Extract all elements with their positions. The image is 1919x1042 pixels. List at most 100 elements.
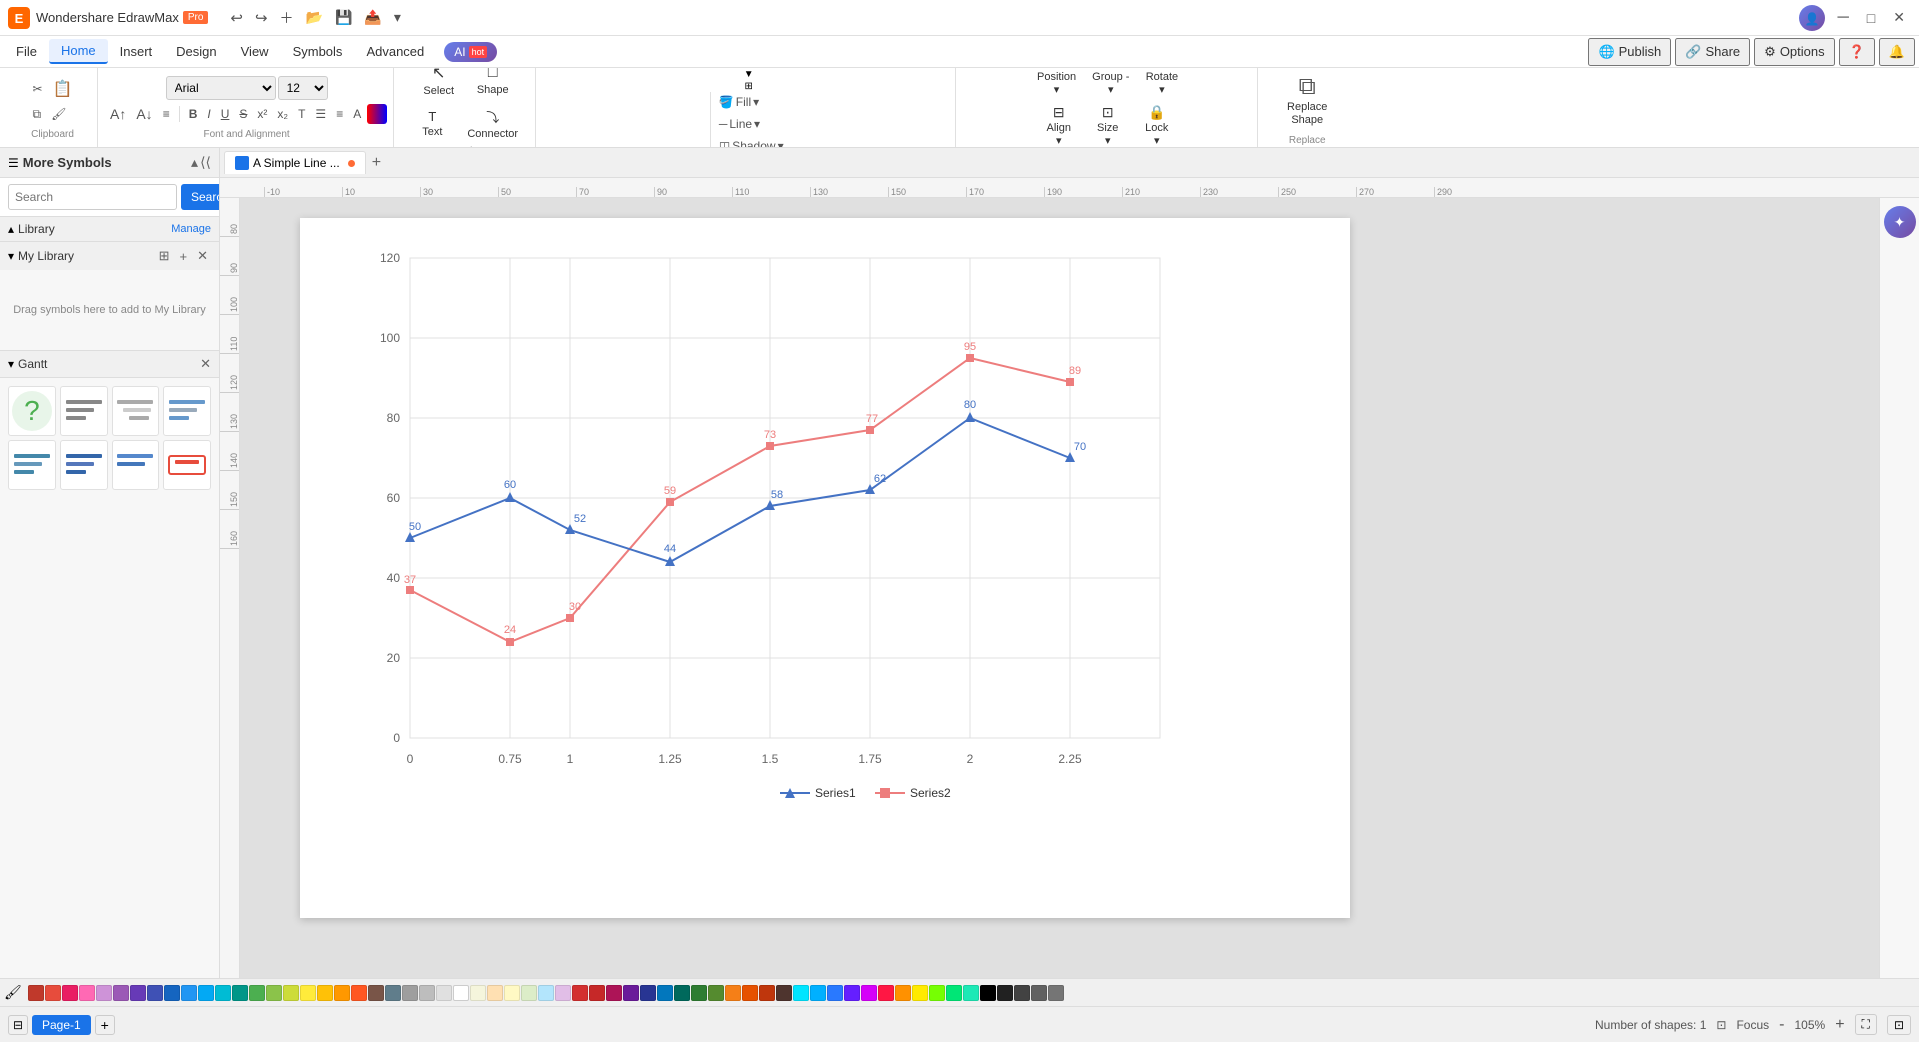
menu-item-symbols[interactable]: Symbols: [281, 40, 355, 63]
fullscreen-button[interactable]: ⛶: [1855, 1014, 1877, 1035]
page-layout-button[interactable]: ⊟: [8, 1015, 28, 1035]
manage-label[interactable]: Manage: [171, 223, 211, 235]
menu-item-advanced[interactable]: Advanced: [354, 40, 436, 63]
gantt-item-2[interactable]: [60, 386, 108, 436]
export-button[interactable]: 📤: [360, 6, 385, 30]
underline-button[interactable]: U: [217, 104, 234, 124]
format-painter-button[interactable]: 🖌: [47, 104, 70, 124]
connector-button[interactable]: ⤵ Connector: [461, 103, 524, 144]
color-swatch[interactable]: [368, 985, 384, 1001]
color-swatch[interactable]: [759, 985, 775, 1001]
color-swatch[interactable]: [691, 985, 707, 1001]
save-button[interactable]: 💾: [331, 6, 356, 30]
new-tab-button[interactable]: ＋: [276, 6, 298, 30]
gantt-item-6[interactable]: [60, 440, 108, 490]
font-decrease-button[interactable]: A↓: [132, 103, 156, 125]
group-button[interactable]: ⊞ Group - ▾: [1086, 68, 1135, 99]
italic-button[interactable]: I: [203, 104, 214, 124]
library-section-header[interactable]: ▴ Library Manage: [0, 217, 219, 242]
expand-symbols-button[interactable]: ▴: [191, 154, 198, 171]
maximize-button[interactable]: □: [1861, 8, 1881, 28]
gantt-item-8[interactable]: [163, 440, 211, 490]
color-swatch[interactable]: [844, 985, 860, 1001]
color-swatch[interactable]: [742, 985, 758, 1001]
position-button[interactable]: ⊕ Position ▾: [1031, 68, 1082, 99]
search-button[interactable]: Search: [181, 184, 220, 210]
gantt-close-button[interactable]: ✕: [200, 356, 211, 372]
color-swatch[interactable]: [895, 985, 911, 1001]
lock-button[interactable]: 🔒 Lock ▾: [1134, 101, 1179, 148]
color-swatch[interactable]: [725, 985, 741, 1001]
font-size-select[interactable]: 12 14 16 18 24: [278, 76, 328, 100]
color-swatch[interactable]: [1031, 985, 1047, 1001]
shadow-button[interactable]: ◫ Shadow ▾: [715, 136, 788, 148]
color-swatch[interactable]: [861, 985, 877, 1001]
fill-button[interactable]: 🪣 Fill ▾: [715, 92, 788, 112]
color-swatch[interactable]: [62, 985, 78, 1001]
color-swatch[interactable]: [113, 985, 129, 1001]
color-swatch[interactable]: [130, 985, 146, 1001]
gantt-item-7[interactable]: [112, 440, 160, 490]
color-swatch[interactable]: [674, 985, 690, 1001]
color-swatch[interactable]: [1014, 985, 1030, 1001]
color-swatch[interactable]: [912, 985, 928, 1001]
user-avatar[interactable]: 👤: [1799, 5, 1825, 31]
more-button[interactable]: ▾: [390, 6, 405, 30]
redo-button[interactable]: ↪: [251, 6, 272, 30]
focus-label[interactable]: Focus: [1736, 1018, 1769, 1032]
font-increase-button[interactable]: A↑: [106, 103, 130, 125]
color-swatch[interactable]: [980, 985, 996, 1001]
color-swatch[interactable]: [402, 985, 418, 1001]
help-button[interactable]: ❓: [1839, 38, 1875, 66]
color-swatch[interactable]: [963, 985, 979, 1001]
ai-button[interactable]: AI hot: [444, 42, 497, 62]
add-page-button[interactable]: +: [95, 1015, 115, 1035]
gantt-item-4[interactable]: [163, 386, 211, 436]
menu-item-view[interactable]: View: [229, 40, 281, 63]
color-swatch[interactable]: [232, 985, 248, 1001]
color-swatch[interactable]: [640, 985, 656, 1001]
color-swatch[interactable]: [1048, 985, 1064, 1001]
fit-button[interactable]: ⊡: [1716, 1018, 1726, 1032]
color-swatch[interactable]: [878, 985, 894, 1001]
color-swatch[interactable]: [538, 985, 554, 1001]
color-swatch[interactable]: [385, 985, 401, 1001]
color-swatch[interactable]: [827, 985, 843, 1001]
strikethrough-button[interactable]: S: [235, 104, 251, 124]
paste-button[interactable]: 📋: [49, 76, 77, 102]
menu-item-insert[interactable]: Insert: [108, 40, 165, 63]
align-button-tb[interactable]: ⊟ Align ▾: [1036, 101, 1081, 148]
color-swatch[interactable]: [164, 985, 180, 1001]
collapse-panel-button[interactable]: ⟨⟨: [200, 154, 211, 171]
text-color-button[interactable]: A: [349, 104, 365, 124]
subscript-button[interactable]: x₂: [273, 104, 292, 124]
color-swatch[interactable]: [623, 985, 639, 1001]
color-swatch[interactable]: [572, 985, 588, 1001]
superscript-button[interactable]: x²: [253, 104, 271, 124]
my-library-header[interactable]: ▾ My Library ⊞ + ✕: [0, 242, 219, 270]
menu-item-file[interactable]: File: [4, 40, 49, 63]
font-family-select[interactable]: Arial Times New Roman Calibri: [166, 76, 276, 100]
color-swatch[interactable]: [317, 985, 333, 1001]
color-swatch[interactable]: [776, 985, 792, 1001]
open-button[interactable]: 📂: [302, 6, 327, 30]
replace-shape-button[interactable]: ⧉ Replace Shape: [1268, 69, 1346, 131]
rotate-button[interactable]: ↻ Rotate ▾: [1139, 68, 1184, 99]
color-swatch[interactable]: [266, 985, 282, 1001]
color-swatch[interactable]: [351, 985, 367, 1001]
styles-down-button[interactable]: ▼: [744, 70, 754, 80]
color-picker-button[interactable]: 🖌: [4, 984, 22, 1001]
color-swatch[interactable]: [487, 985, 503, 1001]
close-button[interactable]: ✕: [1887, 7, 1911, 28]
add-new-library-button[interactable]: +: [177, 247, 191, 265]
options-button[interactable]: ⚙ Options: [1754, 38, 1834, 66]
menu-item-home[interactable]: Home: [49, 39, 108, 64]
undo-button[interactable]: ↩: [226, 6, 247, 30]
color-swatch[interactable]: [436, 985, 452, 1001]
ai-assistant-button[interactable]: ✦: [1884, 206, 1916, 238]
gantt-item-3[interactable]: [112, 386, 160, 436]
notification-button[interactable]: 🔔: [1879, 38, 1915, 66]
minimize-button[interactable]: ─: [1831, 7, 1854, 29]
cut-button[interactable]: ✂: [29, 79, 47, 99]
color-swatch[interactable]: [45, 985, 61, 1001]
